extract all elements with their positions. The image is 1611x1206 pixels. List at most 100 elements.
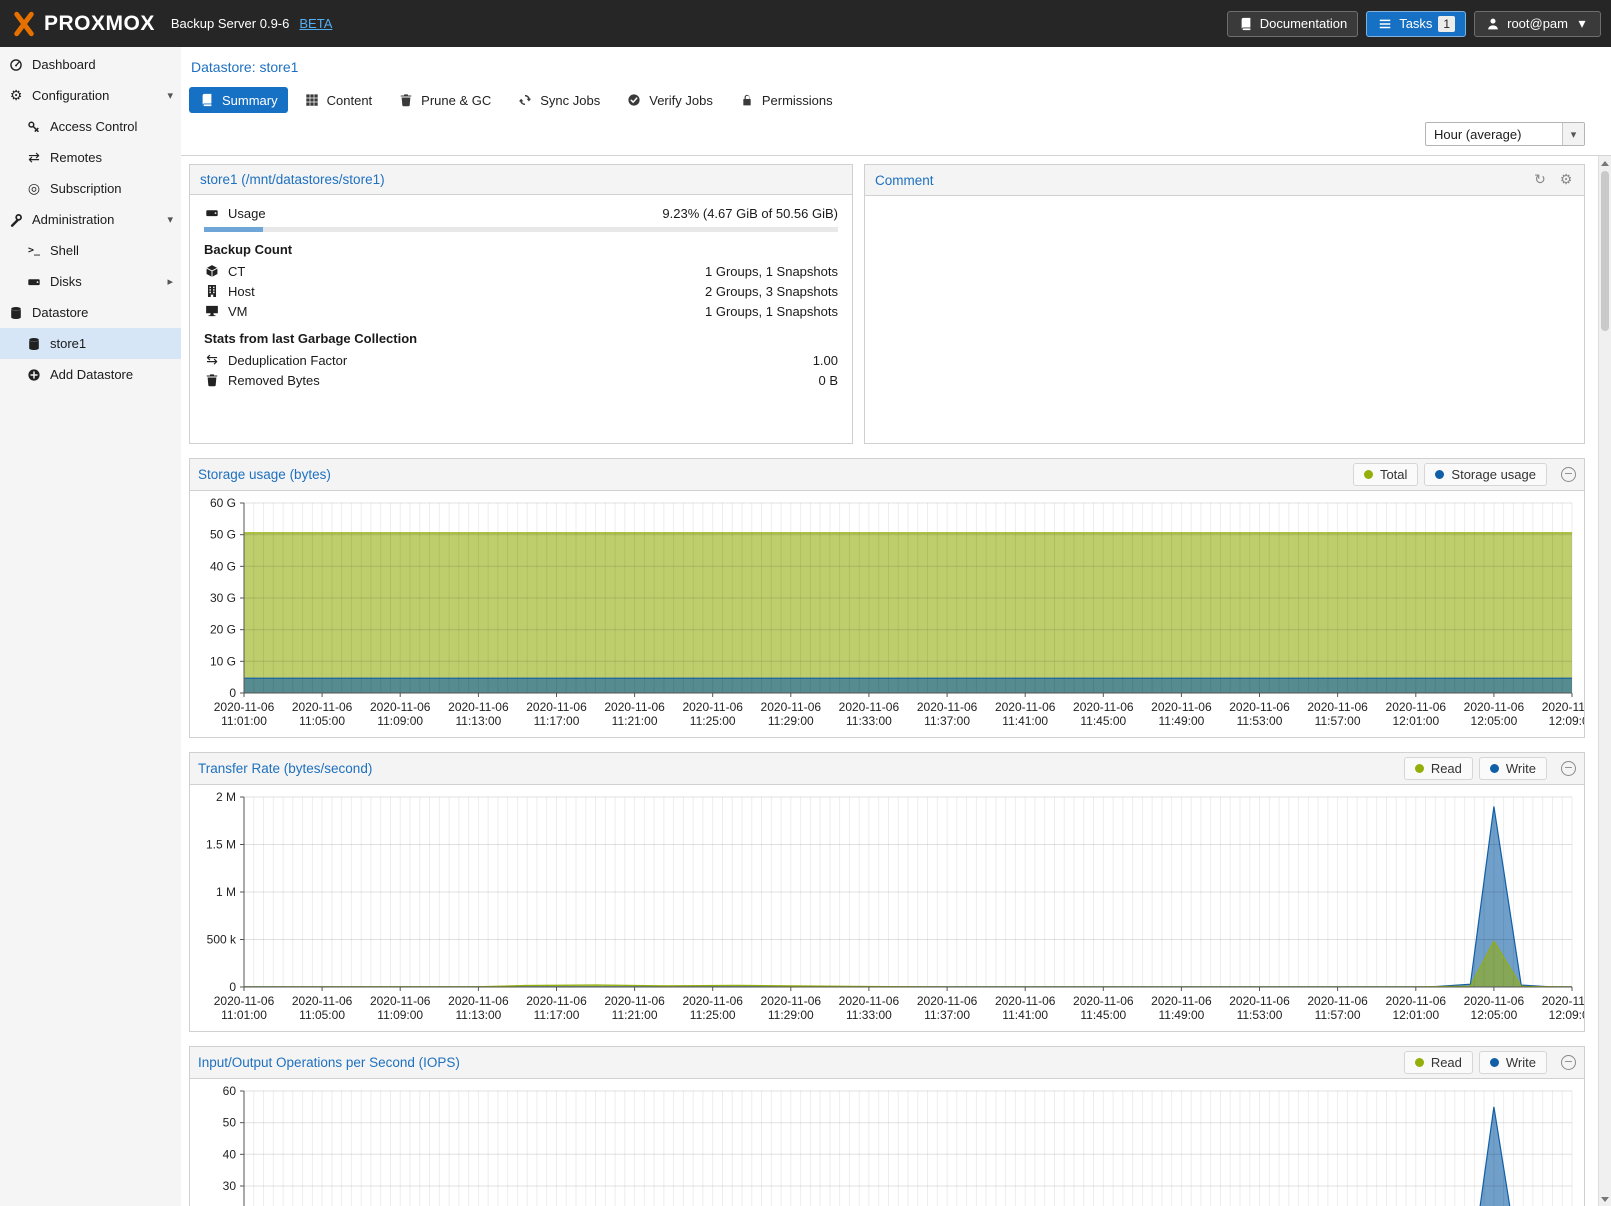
sidebar-item-dashboard[interactable]: Dashboard [0, 49, 181, 80]
grid-icon [304, 92, 320, 108]
subscription-icon: ◎ [26, 181, 42, 197]
scroll-thumb[interactable] [1601, 171, 1609, 331]
sidebar: Dashboard⚙Configuration▾ Access Control ⇄R… [0, 47, 181, 1206]
tabbar: Summary ContentPrune & GCSync Jobs Verify … [181, 81, 1611, 119]
chart-storage-usage-bytes: 010 G20 G30 G40 G50 G60 G2020-11-0611:01… [190, 493, 1584, 737]
sidebar-item-label: Access Control [50, 119, 137, 134]
expand-arrow-icon[interactable]: ▸ [167, 275, 173, 288]
app-layout: Dashboard⚙Configuration▾Access Control⇄R… [0, 47, 1611, 1206]
proxmox-logo: PROXMOX [10, 10, 155, 38]
user-menu-button[interactable]: root@pam ▾ [1474, 11, 1601, 37]
tasks-badge: 1 [1438, 16, 1455, 32]
row-value: 1 Groups, 1 Snapshots [705, 304, 838, 319]
combo-dropdown-trigger[interactable] [1562, 123, 1584, 145]
svg-text:11:01:00: 11:01:00 [221, 714, 267, 728]
collapse-panel-icon[interactable]: − [1561, 1055, 1576, 1070]
comment-value[interactable] [865, 196, 1584, 443]
scroll-up-arrow[interactable] [1599, 156, 1611, 170]
svg-text:11:33:00: 11:33:00 [846, 1008, 892, 1022]
sidebar-item-access-control[interactable]: Access Control [0, 111, 181, 142]
svg-text:11:25:00: 11:25:00 [690, 1008, 736, 1022]
svg-text:2020-11-06: 2020-11-06 [839, 994, 900, 1008]
tab-label: Summary [222, 93, 278, 108]
svg-text:11:37:00: 11:37:00 [924, 714, 970, 728]
documentation-button[interactable]: Documentation [1227, 11, 1358, 37]
legend-total[interactable]: Total [1353, 463, 1418, 486]
scroll-down-arrow[interactable] [1599, 1192, 1611, 1206]
sidebar-item-add-datastore[interactable]: Add Datastore [0, 359, 181, 390]
chart-panel-header: Transfer Rate (bytes/second)ReadWrite− [190, 753, 1584, 785]
legend-read[interactable]: Read [1404, 757, 1473, 780]
beta-link[interactable]: BETA [299, 16, 332, 31]
svg-text:2020-11-06: 2020-11-06 [761, 700, 822, 714]
usage-row: Usage9.23% (4.67 GiB of 50.56 GiB) [204, 203, 838, 223]
timeframe-combo[interactable]: Hour (average) [1425, 122, 1585, 146]
trash-icon [398, 92, 414, 108]
chart-input-output-operations-per-second-iops: 01020304050602020-11-0611:01:002020-11-0… [190, 1081, 1584, 1206]
tab-permissions[interactable]: Permissions [729, 87, 843, 113]
tab-prune-gc[interactable]: Prune & GC [388, 87, 501, 113]
chart-title: Storage usage (bytes) [198, 467, 331, 482]
legend-write[interactable]: Write [1479, 1051, 1547, 1074]
summary-row-removed-bytes: Removed Bytes0 B [204, 370, 838, 390]
row-label: Deduplication Factor [228, 353, 347, 368]
row-value: 1 Groups, 1 Snapshots [705, 264, 838, 279]
legend-write[interactable]: Write [1479, 757, 1547, 780]
sidebar-item-administration[interactable]: Administration▾ [0, 204, 181, 235]
tab-summary[interactable]: Summary [189, 87, 288, 113]
collapse-arrow-icon[interactable]: ▾ [167, 89, 173, 102]
tab-label: Verify Jobs [649, 93, 713, 108]
collapse-panel-icon[interactable]: − [1561, 467, 1576, 482]
svg-text:2020-11-06: 2020-11-06 [995, 700, 1056, 714]
legend-dot [1415, 764, 1424, 773]
sidebar-item-label: store1 [50, 336, 86, 351]
svg-text:2020-11-06: 2020-11-06 [1073, 700, 1134, 714]
legend-read[interactable]: Read [1404, 1051, 1473, 1074]
tasks-button[interactable]: Tasks 1 [1366, 11, 1466, 37]
svg-text:1 M: 1 M [216, 885, 236, 899]
legend-storage-usage[interactable]: Storage usage [1424, 463, 1547, 486]
sidebar-item-configuration[interactable]: ⚙Configuration▾ [0, 80, 181, 111]
collapse-panel-icon[interactable]: − [1561, 761, 1576, 776]
refresh-icon[interactable]: ↻ [1532, 172, 1548, 188]
sidebar-item-disks[interactable]: Disks▸ [0, 266, 181, 297]
row-value: 0 B [818, 373, 838, 388]
topbar-actions: Documentation Tasks 1 root@pam ▾ [1227, 11, 1601, 37]
tab-content[interactable]: Content [294, 87, 383, 113]
svg-text:0: 0 [229, 686, 236, 700]
book-icon [199, 92, 215, 108]
svg-text:2020-11-06: 2020-11-06 [448, 994, 509, 1008]
legend-dot [1364, 470, 1373, 479]
collapse-arrow-icon[interactable]: ▾ [167, 213, 173, 226]
tab-verify-jobs[interactable]: Verify Jobs [616, 87, 723, 113]
sidebar-item-datastore[interactable]: Datastore [0, 297, 181, 328]
vertical-scrollbar[interactable] [1598, 156, 1611, 1206]
sidebar-item-store1[interactable]: store1 [0, 328, 181, 359]
svg-text:11:01:00: 11:01:00 [221, 1008, 267, 1022]
svg-text:12:05:00: 12:05:00 [1471, 714, 1518, 728]
gc-stats-heading: Stats from last Garbage Collection [204, 331, 838, 346]
remotes-icon: ⇄ [26, 150, 42, 166]
wrench-icon [8, 212, 24, 228]
toolbar: Hour (average) [181, 119, 1611, 156]
svg-text:2020-11-06: 2020-11-06 [1151, 700, 1212, 714]
tab-sync-jobs[interactable]: Sync Jobs [507, 87, 610, 113]
svg-text:11:53:00: 11:53:00 [1237, 714, 1283, 728]
sidebar-item-shell[interactable]: >_Shell [0, 235, 181, 266]
svg-text:60 G: 60 G [210, 496, 236, 510]
sidebar-item-subscription[interactable]: ◎ Subscription [0, 173, 181, 204]
summary-row-ct: CT1 Groups, 1 Snapshots [204, 261, 838, 281]
chart-panel-header: Input/Output Operations per Second (IOPS… [190, 1047, 1584, 1079]
svg-text:11:57:00: 11:57:00 [1315, 1008, 1361, 1022]
svg-text:11:09:00: 11:09:00 [377, 1008, 423, 1022]
svg-text:2020-11-06: 2020-11-06 [370, 994, 431, 1008]
gear-icon[interactable]: ⚙ [1558, 172, 1574, 188]
backup-count-heading: Backup Count [204, 242, 838, 257]
caret-down-icon: ▾ [1574, 16, 1590, 32]
svg-text:2020-11-06: 2020-11-06 [1464, 994, 1525, 1008]
svg-text:2 M: 2 M [216, 790, 236, 804]
sidebar-item-remotes[interactable]: ⇄Remotes [0, 142, 181, 173]
sidebar-item-label: Add Datastore [50, 367, 133, 382]
sidebar-item-label: Subscription [50, 181, 122, 196]
comment-panel-tools: ↻ ⚙ [1532, 172, 1574, 188]
